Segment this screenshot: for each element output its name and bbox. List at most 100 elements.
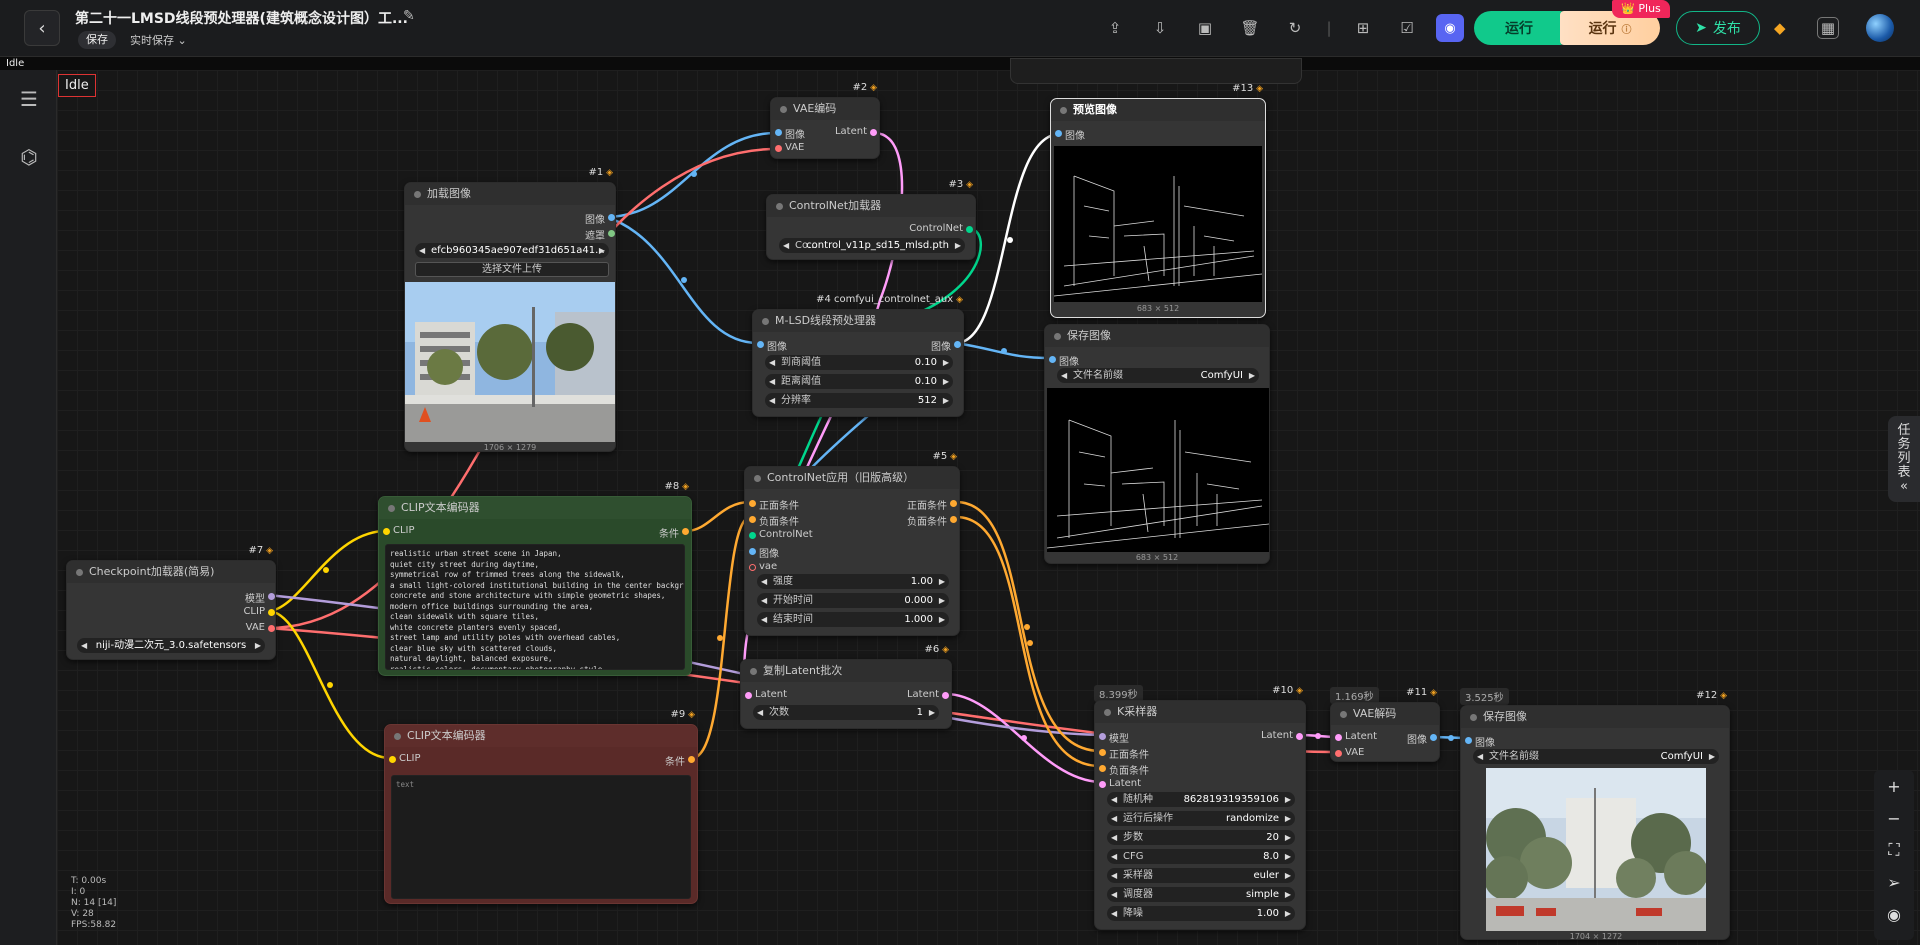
node-title[interactable]: ControlNet加载器 (767, 195, 975, 217)
zoom-out-icon[interactable]: − (1882, 806, 1906, 830)
output-latent[interactable]: Latent (835, 126, 877, 137)
node-title[interactable]: VAE编码 (771, 98, 879, 120)
node-mlsd-preprocessor[interactable]: #4 comfyui_controlnet_aux M-LSD线段预处理器 图像… (752, 294, 964, 417)
output-vae[interactable]: VAE (246, 622, 275, 633)
node-controlnet-apply[interactable]: #5 ControlNet应用（旧版高级） 正面条件 负面条件 ControlN… (744, 451, 960, 636)
output-latent[interactable]: Latent (907, 689, 949, 700)
node-checkpoint-loader[interactable]: #7 Checkpoint加载器(简易) 模型 CLIP VAE niji-动漫… (66, 545, 276, 660)
diamond-icon[interactable]: ◆ (1774, 19, 1792, 37)
input-image[interactable]: 图像 (749, 545, 779, 560)
output-model[interactable]: 模型 (245, 590, 275, 605)
checkpoint-select[interactable]: niji-动漫二次元_3.0.safetensors (77, 638, 265, 653)
image-file-select[interactable]: efcb960345ae907edf31d651a41... (415, 243, 609, 258)
input-latent[interactable]: Latent (1335, 731, 1377, 742)
node-repeat-latent-batch[interactable]: #6 复制Latent批次 Latent Latent 次数 1 (740, 644, 952, 729)
input-image[interactable]: 图像 (1055, 127, 1085, 142)
input-model[interactable]: 模型 (1099, 730, 1129, 745)
document-list-icon[interactable]: ☰ (16, 86, 42, 112)
node-controlnet-loader[interactable]: #3 ControlNet加载器 ControlNet Co...control… (766, 179, 976, 260)
input-latent[interactable]: Latent (1099, 778, 1141, 789)
node-title[interactable]: 保存图像 (1045, 325, 1269, 347)
resolution-widget[interactable]: 分辨率 512 (765, 393, 953, 408)
run-button[interactable]: 运行 (1474, 11, 1564, 45)
node-title[interactable]: 复制Latent批次 (741, 660, 951, 682)
node-title[interactable]: ControlNet应用（旧版高级） (745, 467, 959, 489)
node-title[interactable]: CLIP文本编码器 (385, 725, 697, 747)
output-conditioning[interactable]: 条件 (665, 753, 695, 768)
output-latent[interactable]: Latent (1261, 730, 1303, 741)
hierarchy-icon[interactable]: ⌬ (16, 144, 42, 170)
node-ksampler[interactable]: #10 K采样器 模型 正面条件 负面条件 Latent Latent 随机种 8… (1094, 685, 1306, 930)
output-positive[interactable]: 正面条件 (907, 497, 957, 512)
node-title[interactable]: 加载图像 (405, 183, 615, 205)
amount-widget[interactable]: 次数 1 (753, 705, 939, 720)
output-mask[interactable]: 遮罩 (585, 227, 615, 242)
publish-button[interactable]: ➤ 发布 (1676, 11, 1760, 45)
end-percent-widget[interactable]: 结束时间 1.000 (757, 612, 949, 627)
distance-threshold-widget[interactable]: 距离阈值 0.10 (765, 374, 953, 389)
input-negative[interactable]: 负面条件 (1099, 762, 1149, 777)
seed-widget[interactable]: 随机种 862819319359106 (1107, 792, 1295, 807)
input-clip[interactable]: CLIP (389, 753, 421, 764)
node-vae-encode[interactable]: #2 VAE编码 图像 VAE Latent (770, 82, 880, 159)
input-latent[interactable]: Latent (745, 689, 787, 700)
node-preview-image[interactable]: #13 预览图像 图像 683 × 512 (1050, 83, 1266, 318)
node-title[interactable]: CLIP文本编码器 (379, 497, 691, 519)
input-image[interactable]: 图像 (1465, 734, 1495, 749)
node-vae-decode[interactable]: #11 VAE解码 Latent VAE 图像 (1330, 687, 1440, 762)
node-save-image-final[interactable]: #12 保存图像 图像 文件名前缀 ComfyUI 1704 × 1272 (1460, 690, 1730, 941)
steps-widget[interactable]: 步数 20 (1107, 830, 1295, 845)
controlnet-model-select[interactable]: Co...control_v11p_sd15_mlsd.pth (779, 238, 965, 253)
save-button[interactable]: 保存 (78, 31, 116, 49)
task-list-toggle[interactable]: 任务列表 « (1888, 416, 1920, 502)
filename-prefix-widget[interactable]: 文件名前缀 ComfyUI (1057, 368, 1259, 383)
trash-icon[interactable]: 🗑 (1239, 17, 1261, 39)
input-positive[interactable]: 正面条件 (1099, 746, 1149, 761)
sampler-widget[interactable]: 采样器 euler (1107, 868, 1295, 883)
output-negative[interactable]: 负面条件 (907, 513, 957, 528)
output-controlnet[interactable]: ControlNet (909, 223, 973, 234)
node-title[interactable]: M-LSD线段预处理器 (753, 310, 963, 332)
avatar[interactable] (1866, 14, 1894, 42)
upload-icon[interactable]: ⇪ (1104, 17, 1126, 39)
start-percent-widget[interactable]: 开始时间 0.000 (757, 593, 949, 608)
navigate-icon[interactable]: ➢ (1882, 870, 1906, 894)
node-title[interactable]: Checkpoint加载器(简易) (67, 561, 275, 583)
input-image[interactable]: 图像 (775, 126, 805, 141)
score-threshold-widget[interactable]: 到商阈值 0.10 (765, 355, 953, 370)
cube-icon[interactable]: ▦ (1817, 17, 1839, 39)
input-image[interactable]: 图像 (1049, 353, 1079, 368)
output-image[interactable]: 图像 (931, 338, 961, 353)
refresh-icon[interactable]: ↻ (1284, 17, 1306, 39)
grid-icon[interactable]: ⊞ (1352, 17, 1374, 39)
output-conditioning[interactable]: 条件 (659, 525, 689, 540)
output-clip[interactable]: CLIP (243, 606, 275, 617)
zoom-in-icon[interactable]: + (1882, 774, 1906, 798)
filename-prefix-widget[interactable]: 文件名前缀 ComfyUI (1473, 749, 1719, 764)
node-title[interactable]: 预览图像 (1051, 99, 1265, 121)
prompt-textarea[interactable]: realistic urban street scene in Japan, q… (385, 544, 685, 670)
strength-widget[interactable]: 强度 1.00 (757, 574, 949, 589)
input-image[interactable]: 图像 (757, 338, 787, 353)
eye-icon[interactable]: ◉ (1882, 902, 1906, 926)
back-button[interactable]: ‹ (24, 10, 60, 46)
autosave-toggle[interactable]: 实时保存 ⌄ (130, 32, 187, 48)
control-after-generate-widget[interactable]: 运行后操作 randomize (1107, 811, 1295, 826)
image-icon[interactable]: ▣ (1194, 17, 1216, 39)
input-positive[interactable]: 正面条件 (749, 497, 799, 512)
node-title[interactable]: K采样器 (1095, 701, 1305, 723)
node-clip-text-positive[interactable]: #8 CLIP文本编码器 CLIP 条件 realistic urban str… (378, 481, 692, 676)
download-icon[interactable]: ⇩ (1149, 17, 1171, 39)
denoise-widget[interactable]: 降噪 1.00 (1107, 906, 1295, 921)
output-image[interactable]: 图像 (585, 211, 615, 226)
fit-view-icon[interactable]: ⛶ (1882, 838, 1906, 862)
discord-icon[interactable]: ◉ (1436, 14, 1464, 42)
input-vae[interactable]: VAE (1335, 747, 1364, 758)
input-negative[interactable]: 负面条件 (749, 513, 799, 528)
node-title[interactable]: 保存图像 (1461, 706, 1729, 728)
upload-button[interactable]: 选择文件上传 (415, 262, 609, 277)
negative-prompt-textarea[interactable]: text (391, 775, 691, 899)
edit-pencil-icon[interactable]: ✎ (403, 8, 415, 24)
input-clip[interactable]: CLIP (383, 525, 415, 536)
output-image[interactable]: 图像 (1407, 731, 1437, 746)
